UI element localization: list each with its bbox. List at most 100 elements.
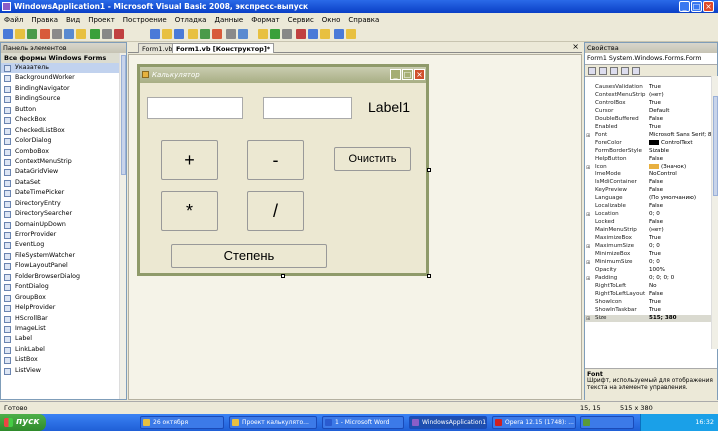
toolbox-item[interactable]: Label	[1, 334, 126, 344]
properties-scrollbar[interactable]	[711, 76, 718, 349]
toolbar-button-icon[interactable]	[296, 29, 306, 39]
property-value[interactable]: True	[649, 307, 711, 315]
toolbar-button-icon[interactable]	[90, 29, 100, 39]
menu-project[interactable]: Проект	[84, 13, 119, 27]
toolbar-button-icon[interactable]	[52, 29, 62, 39]
toolbox-item[interactable]: DirectoryEntry	[1, 199, 126, 209]
property-value[interactable]: 100%	[649, 267, 711, 275]
property-value[interactable]: False	[649, 156, 711, 164]
property-row[interactable]: Locked False	[585, 219, 711, 227]
menu-build[interactable]: Построение	[119, 13, 171, 27]
property-value[interactable]: 0; 0	[649, 211, 711, 219]
divide-button[interactable]: /	[247, 191, 304, 231]
taskbar-item[interactable]: Проект калькулято...	[229, 416, 317, 429]
power-button[interactable]: Степень	[171, 244, 327, 268]
expand-icon[interactable]: ⊞	[586, 316, 590, 323]
toolbar-button-icon[interactable]	[162, 29, 172, 39]
plus-button[interactable]: +	[161, 140, 218, 180]
toolbar-button-icon[interactable]	[282, 29, 292, 39]
taskbar-item[interactable]: 1 - Microsoft Word	[322, 416, 404, 429]
toolbar-button-icon[interactable]	[15, 29, 25, 39]
toolbox-item[interactable]: CheckedListBox	[1, 126, 126, 136]
menu-help[interactable]: Справка	[344, 13, 383, 27]
toolbox-item[interactable]: FlowLayoutPanel	[1, 261, 126, 271]
toolbox-item[interactable]: EventLog	[1, 240, 126, 250]
multiply-button[interactable]: *	[161, 191, 218, 231]
toolbox-item[interactable]: ListView	[1, 366, 126, 376]
taskbar-item[interactable]: Opera 12.15 (1748): ...	[492, 416, 576, 429]
property-row[interactable]: MainMenuStrip (нет)	[585, 227, 711, 235]
property-value[interactable]: (нет)	[649, 92, 711, 100]
property-row[interactable]: ⊞ MaximumSize 0; 0	[585, 243, 711, 251]
taskbar-item[interactable]: WindowsApplication1 ...	[409, 416, 487, 429]
properties-scroll-thumb[interactable]	[713, 96, 718, 196]
property-value[interactable]: 0; 0	[649, 259, 711, 267]
property-row[interactable]: CausesValidation True	[585, 84, 711, 92]
toolbar-button-icon[interactable]	[346, 29, 356, 39]
categorized-icon[interactable]	[588, 67, 596, 75]
property-value[interactable]: True	[649, 124, 711, 132]
property-row[interactable]: ControlBox True	[585, 100, 711, 108]
property-value[interactable]: Default	[649, 108, 711, 116]
properties-object-selector[interactable]: Form1 System.Windows.Forms.Form	[585, 53, 717, 65]
toolbar-button-icon[interactable]	[212, 29, 222, 39]
property-row[interactable]: DoubleBuffered False	[585, 116, 711, 124]
menu-tools[interactable]: Сервис	[284, 13, 318, 27]
toolbar-button-icon[interactable]	[40, 29, 50, 39]
toolbox-item[interactable]: DomainUpDown	[1, 220, 126, 230]
menu-edit[interactable]: Правка	[27, 13, 62, 27]
resize-handle-bottom[interactable]	[281, 274, 285, 278]
close-button[interactable]: ×	[703, 1, 714, 12]
property-row[interactable]: HelpButton False	[585, 156, 711, 164]
toolbox-item[interactable]: BindingNavigator	[1, 84, 126, 94]
property-value[interactable]: Microsoft Sans Serif; 8	[649, 132, 711, 140]
toolbar-button-icon[interactable]	[76, 29, 86, 39]
toolbar-button-icon[interactable]	[114, 29, 124, 39]
property-row[interactable]: ForeColor ControlText	[585, 139, 711, 148]
property-row[interactable]: IsMdiContainer False	[585, 179, 711, 187]
toolbox-item[interactable]: BackgroundWorker	[1, 73, 126, 83]
toolbox-scrollbar[interactable]	[119, 53, 126, 399]
property-row[interactable]: Enabled True	[585, 124, 711, 132]
toolbox-item[interactable]: BindingSource	[1, 94, 126, 104]
toolbox-item[interactable]: ComboBox	[1, 147, 126, 157]
toolbox-item[interactable]: ContextMenuStrip	[1, 157, 126, 167]
property-row[interactable]: ⊞ Location 0; 0	[585, 211, 711, 219]
toolbar-button-icon[interactable]	[174, 29, 184, 39]
property-pages-icon[interactable]	[632, 67, 640, 75]
menu-format[interactable]: Формат	[247, 13, 283, 27]
taskbar-item[interactable]: 26 октября	[140, 416, 224, 429]
clear-button[interactable]: Очистить	[334, 147, 411, 171]
property-row[interactable]: RightToLeft No	[585, 283, 711, 291]
toolbar-button-icon[interactable]	[27, 29, 37, 39]
toolbar-button-icon[interactable]	[3, 29, 13, 39]
menu-debug[interactable]: Отладка	[171, 13, 211, 27]
toolbar-button-icon[interactable]	[188, 29, 198, 39]
toolbar-button-icon[interactable]	[200, 29, 210, 39]
toolbox-item[interactable]: CheckBox	[1, 115, 126, 125]
property-row[interactable]: ⊞ Font Microsoft Sans Serif; 8	[585, 132, 711, 140]
toolbox-item[interactable]: DataSet	[1, 178, 126, 188]
toolbar-button-icon[interactable]	[270, 29, 280, 39]
property-row[interactable]: Cursor Default	[585, 108, 711, 116]
property-value[interactable]: NoControl	[649, 171, 711, 179]
expand-icon[interactable]: ⊞	[586, 212, 590, 219]
events-icon[interactable]	[621, 67, 629, 75]
property-row[interactable]: MinimizeBox True	[585, 251, 711, 259]
toolbox-item[interactable]: GroupBox	[1, 293, 126, 303]
property-value[interactable]: (По умолчанию)	[649, 195, 711, 203]
taskbar-item[interactable]	[580, 416, 634, 429]
minus-button[interactable]: -	[247, 140, 304, 180]
toolbar-button-icon[interactable]	[64, 29, 74, 39]
expand-icon[interactable]: ⊞	[586, 276, 590, 283]
toolbar-button-icon[interactable]	[308, 29, 318, 39]
scroll-thumb[interactable]	[121, 55, 126, 175]
toolbox-item[interactable]: FileSystemWatcher	[1, 251, 126, 261]
toolbox-item[interactable]: LinkLabel	[1, 345, 126, 355]
toolbar-button-icon[interactable]	[150, 29, 160, 39]
property-value[interactable]: No	[649, 283, 711, 291]
property-row[interactable]: Localizable False	[585, 203, 711, 211]
toolbox-item[interactable]: ErrorProvider	[1, 230, 126, 240]
toolbox-item[interactable]: HScrollBar	[1, 314, 126, 324]
property-value[interactable]: ControlText	[649, 139, 711, 148]
